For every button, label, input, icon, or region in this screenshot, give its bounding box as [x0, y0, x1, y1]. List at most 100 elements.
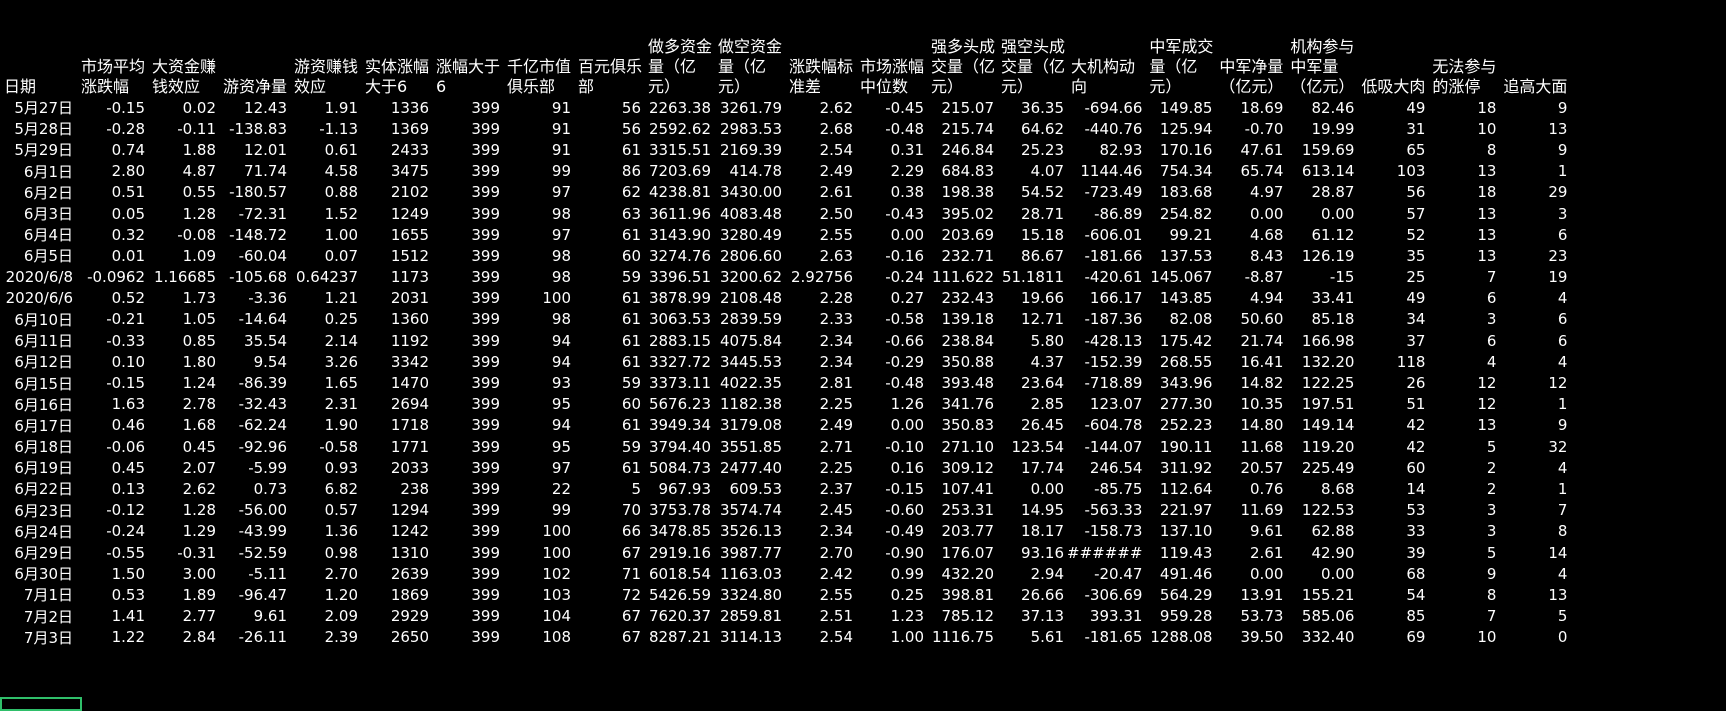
data-cell[interactable]: 1.00 — [856, 627, 927, 648]
data-cell[interactable]: 7 — [1428, 267, 1499, 288]
data-cell[interactable]: 4.07 — [997, 161, 1067, 182]
date-cell[interactable]: 6月3日 — [0, 203, 77, 224]
column-header[interactable]: 涨幅大于6 — [432, 0, 503, 97]
data-cell[interactable]: 246.54 — [1067, 457, 1145, 478]
data-cell[interactable]: 399 — [432, 161, 503, 182]
data-cell[interactable]: 1.26 — [856, 394, 927, 415]
column-header[interactable]: 强空头成交量（亿元） — [997, 0, 1067, 97]
data-cell[interactable]: 684.83 — [927, 161, 997, 182]
data-cell[interactable]: 343.96 — [1145, 372, 1215, 393]
data-cell[interactable]: -52.59 — [219, 542, 290, 563]
data-cell[interactable]: 6.82 — [290, 478, 361, 499]
data-cell[interactable]: 4083.48 — [714, 203, 785, 224]
data-cell[interactable]: 59 — [574, 267, 644, 288]
data-cell[interactable]: 159.69 — [1286, 139, 1357, 160]
data-cell[interactable]: 2592.62 — [644, 118, 714, 139]
data-cell[interactable]: 23.64 — [997, 372, 1067, 393]
data-cell[interactable]: 2.80 — [77, 161, 148, 182]
data-cell[interactable]: 50.60 — [1215, 309, 1286, 330]
data-cell[interactable]: 0.57 — [290, 500, 361, 521]
data-cell[interactable]: -0.43 — [856, 203, 927, 224]
data-cell[interactable]: 53.73 — [1215, 606, 1286, 627]
data-cell[interactable]: 94 — [503, 330, 574, 351]
data-cell[interactable]: 1.09 — [148, 245, 219, 266]
data-cell[interactable]: 32 — [1499, 436, 1570, 457]
data-cell[interactable]: 3396.51 — [644, 267, 714, 288]
data-cell[interactable]: 4 — [1499, 563, 1570, 584]
data-cell[interactable]: 268.55 — [1145, 351, 1215, 372]
data-cell[interactable]: 91 — [503, 139, 574, 160]
data-cell[interactable]: -0.48 — [856, 118, 927, 139]
data-cell[interactable]: 85.18 — [1286, 309, 1357, 330]
data-cell[interactable]: -181.66 — [1067, 245, 1145, 266]
data-cell[interactable]: 61 — [574, 309, 644, 330]
data-cell[interactable]: 2.77 — [148, 606, 219, 627]
data-cell[interactable]: 3 — [1499, 203, 1570, 224]
data-cell[interactable]: 2983.53 — [714, 118, 785, 139]
data-cell[interactable]: 399 — [432, 478, 503, 499]
data-cell[interactable]: 56 — [574, 118, 644, 139]
data-cell[interactable]: 33 — [1357, 521, 1428, 542]
data-cell[interactable]: 6018.54 — [644, 563, 714, 584]
data-cell[interactable]: 1470 — [361, 372, 432, 393]
column-header[interactable]: 做空资金量（亿元） — [714, 0, 785, 97]
data-cell[interactable]: 64.62 — [997, 118, 1067, 139]
data-cell[interactable]: 0.64237 — [290, 267, 361, 288]
data-cell[interactable]: 3430.00 — [714, 182, 785, 203]
data-cell[interactable]: 94 — [503, 351, 574, 372]
data-cell[interactable]: 35 — [1357, 245, 1428, 266]
data-cell[interactable]: 103 — [1357, 161, 1428, 182]
data-cell[interactable]: 2 — [1428, 457, 1499, 478]
data-cell[interactable]: 190.11 — [1145, 436, 1215, 457]
data-cell[interactable]: 0.98 — [290, 542, 361, 563]
data-cell[interactable]: 98 — [503, 309, 574, 330]
data-cell[interactable]: 6 — [1499, 330, 1570, 351]
data-cell[interactable]: 0.00 — [997, 478, 1067, 499]
data-cell[interactable]: 0.00 — [1286, 203, 1357, 224]
data-cell[interactable]: 2.33 — [785, 309, 856, 330]
date-cell[interactable]: 6月24日 — [0, 521, 77, 542]
data-cell[interactable]: 2.50 — [785, 203, 856, 224]
data-cell[interactable]: 2.29 — [856, 161, 927, 182]
data-cell[interactable]: 19 — [1499, 267, 1570, 288]
data-cell[interactable]: 36.35 — [997, 97, 1067, 118]
data-cell[interactable]: 33.41 — [1286, 288, 1357, 309]
data-cell[interactable]: 0.61 — [290, 139, 361, 160]
data-cell[interactable]: 4.58 — [290, 161, 361, 182]
data-cell[interactable]: 67 — [574, 606, 644, 627]
data-cell[interactable]: 393.31 — [1067, 606, 1145, 627]
data-cell[interactable]: 215.07 — [927, 97, 997, 118]
data-cell[interactable]: -180.57 — [219, 182, 290, 203]
data-cell[interactable]: 132.20 — [1286, 351, 1357, 372]
data-cell[interactable]: 2263.38 — [644, 97, 714, 118]
data-cell[interactable]: 311.92 — [1145, 457, 1215, 478]
data-cell[interactable]: 61 — [574, 415, 644, 436]
data-cell[interactable]: 2919.16 — [644, 542, 714, 563]
data-cell[interactable]: 98 — [503, 245, 574, 266]
data-cell[interactable]: 11.68 — [1215, 436, 1286, 457]
data-cell[interactable]: 13 — [1428, 161, 1499, 182]
data-cell[interactable]: 1869 — [361, 584, 432, 605]
data-cell[interactable]: 7203.69 — [644, 161, 714, 182]
data-cell[interactable]: 399 — [432, 436, 503, 457]
data-cell[interactable]: 754.34 — [1145, 161, 1215, 182]
data-cell[interactable]: 20.57 — [1215, 457, 1286, 478]
data-cell[interactable]: 1.22 — [77, 627, 148, 648]
data-cell[interactable]: 67 — [574, 627, 644, 648]
data-cell[interactable]: 61 — [574, 351, 644, 372]
data-cell[interactable]: 49 — [1357, 288, 1428, 309]
data-cell[interactable]: 1.50 — [77, 563, 148, 584]
data-cell[interactable]: 0.00 — [1215, 563, 1286, 584]
date-cell[interactable]: 6月30日 — [0, 563, 77, 584]
data-cell[interactable]: 60 — [574, 394, 644, 415]
data-cell[interactable]: 3274.76 — [644, 245, 714, 266]
data-cell[interactable]: 61 — [574, 139, 644, 160]
data-cell[interactable]: 0.10 — [77, 351, 148, 372]
data-cell[interactable]: 13 — [1428, 245, 1499, 266]
data-cell[interactable]: 1771 — [361, 436, 432, 457]
data-cell[interactable]: 414.78 — [714, 161, 785, 182]
data-cell[interactable]: 2108.48 — [714, 288, 785, 309]
data-cell[interactable]: 215.74 — [927, 118, 997, 139]
data-cell[interactable]: 2.49 — [785, 161, 856, 182]
data-cell[interactable]: 61.12 — [1286, 224, 1357, 245]
